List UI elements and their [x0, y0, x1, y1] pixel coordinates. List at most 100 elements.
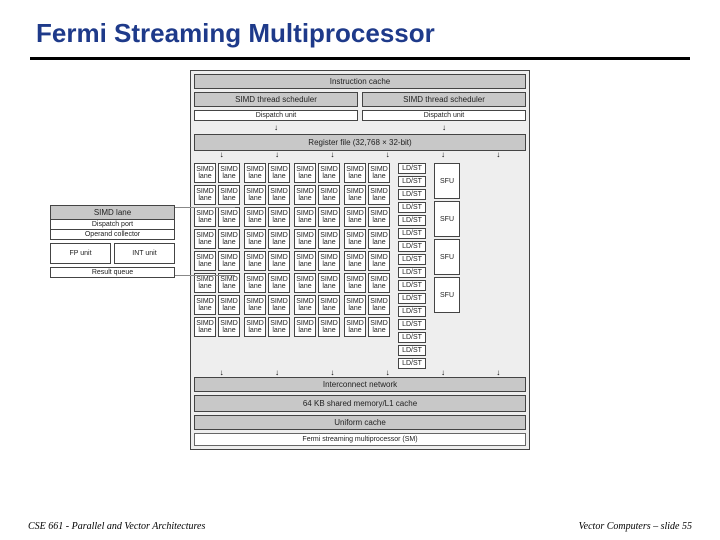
lane-group: SIMD laneSIMD laneSIMD laneSIMD laneSIMD…: [344, 163, 390, 369]
down-arrow-icon: ↓: [275, 151, 279, 159]
simd-lane: SIMD lane: [344, 251, 366, 271]
leader-line: [175, 275, 235, 276]
simd-lane: SIMD lane: [244, 317, 266, 337]
simd-lane: SIMD lane: [344, 317, 366, 337]
down-arrow-icon: ↓: [220, 369, 224, 377]
simd-lane: SIMD lane: [194, 163, 216, 183]
simd-lane: SIMD lane: [244, 295, 266, 315]
simd-lane: SIMD lane: [368, 295, 390, 315]
simd-lane: SIMD lane: [294, 163, 316, 183]
simd-lane: SIMD lane: [344, 295, 366, 315]
down-arrow-icon: ↓: [386, 369, 390, 377]
simd-lane: SIMD lane: [218, 317, 240, 337]
simd-lane: SIMD lane: [268, 251, 290, 271]
simd-lane: SIMD lane: [194, 207, 216, 227]
ldst-column: LD/ST LD/ST LD/ST LD/ST LD/ST LD/ST LD/ST LD/ST…: [398, 163, 426, 369]
sm-caption: Fermi streaming multiprocessor (SM): [194, 433, 526, 446]
simd-thread-scheduler: SIMD thread scheduler: [194, 92, 358, 107]
simd-lane: SIMD lane: [294, 251, 316, 271]
simd-lane: SIMD lane: [218, 163, 240, 183]
simd-lane: SIMD lane: [244, 229, 266, 249]
simd-lane: SIMD lane: [368, 207, 390, 227]
ldst-unit: LD/ST: [398, 215, 426, 226]
simd-lane: SIMD lane: [294, 185, 316, 205]
lane-detail-opcol: Operand collector: [50, 230, 175, 240]
simd-lane: SIMD lane: [268, 229, 290, 249]
sfu-unit: SFU: [434, 201, 460, 237]
ldst-unit: LD/ST: [398, 345, 426, 356]
simd-lane: SIMD lane: [194, 185, 216, 205]
simd-lane: SIMD lane: [344, 229, 366, 249]
simd-lane: SIMD lane: [218, 185, 240, 205]
simd-lane: SIMD lane: [218, 229, 240, 249]
simd-lane: SIMD lane: [194, 295, 216, 315]
simd-lane: SIMD lane: [268, 207, 290, 227]
ldst-unit: LD/ST: [398, 332, 426, 343]
simd-lane: SIMD lane: [344, 185, 366, 205]
simd-lane: SIMD lane: [368, 317, 390, 337]
simd-lane: SIMD lane: [244, 185, 266, 205]
simd-lane: SIMD lane: [218, 273, 240, 293]
down-arrow-icon: ↓: [386, 151, 390, 159]
down-arrow-icon: ↓: [330, 151, 334, 159]
sm-diagram: SIMD lane Dispatch port Operand collecto…: [190, 70, 530, 450]
ldst-unit: LD/ST: [398, 293, 426, 304]
simd-thread-scheduler: SIMD thread scheduler: [362, 92, 526, 107]
sfu-unit: SFU: [434, 163, 460, 199]
simd-lane: SIMD lane: [268, 317, 290, 337]
simd-lane: SIMD lane: [194, 317, 216, 337]
ldst-unit: LD/ST: [398, 163, 426, 174]
simd-lane: SIMD lane: [268, 273, 290, 293]
lane-group: SIMD laneSIMD laneSIMD laneSIMD laneSIMD…: [244, 163, 290, 369]
down-arrow-icon: ↓: [330, 369, 334, 377]
sfu-unit: SFU: [434, 277, 460, 313]
simd-lane: SIMD lane: [318, 207, 340, 227]
simd-lane: SIMD lane: [368, 229, 390, 249]
simd-lane: SIMD lane: [368, 163, 390, 183]
simd-lane: SIMD lane: [344, 207, 366, 227]
simd-lane: SIMD lane: [318, 295, 340, 315]
simd-lane: SIMD lane: [318, 229, 340, 249]
scheduler-row: SIMD thread scheduler Dispatch unit ↓ SI…: [194, 92, 526, 132]
simd-lane: SIMD lane: [244, 163, 266, 183]
down-arrow-icon: ↓: [362, 124, 526, 132]
simd-lane: SIMD lane: [294, 273, 316, 293]
simd-lane: SIMD lane: [244, 207, 266, 227]
simd-lane: SIMD lane: [194, 229, 216, 249]
lane-detail-fp: FP unit: [50, 243, 111, 264]
ldst-unit: LD/ST: [398, 358, 426, 369]
dispatch-unit: Dispatch unit: [362, 110, 526, 121]
simd-lane: SIMD lane: [318, 163, 340, 183]
simd-lane: SIMD lane: [244, 273, 266, 293]
ldst-unit: LD/ST: [398, 176, 426, 187]
uniform-cache: Uniform cache: [194, 415, 526, 430]
down-arrow-icon: ↓: [220, 151, 224, 159]
simd-lane: SIMD lane: [318, 185, 340, 205]
ldst-unit: LD/ST: [398, 306, 426, 317]
down-arrow-icon: ↓: [275, 369, 279, 377]
diagram-stage: SIMD lane Dispatch port Operand collecto…: [0, 70, 720, 450]
down-arrow-icon: ↓: [194, 124, 358, 132]
ldst-unit: LD/ST: [398, 202, 426, 213]
title-rule: [30, 57, 690, 60]
dispatch-unit: Dispatch unit: [194, 110, 358, 121]
down-arrow-icon: ↓: [496, 151, 500, 159]
simd-lane: SIMD lane: [294, 295, 316, 315]
simd-lane: SIMD lane: [244, 251, 266, 271]
simd-lane: SIMD lane: [218, 251, 240, 271]
sfu-unit: SFU: [434, 239, 460, 275]
simd-lane: SIMD lane: [318, 273, 340, 293]
ldst-unit: LD/ST: [398, 254, 426, 265]
slide-footer: CSE 661 - Parallel and Vector Architectu…: [0, 521, 720, 532]
simd-lane: SIMD lane: [318, 251, 340, 271]
simd-lane: SIMD lane: [344, 273, 366, 293]
ldst-unit: LD/ST: [398, 267, 426, 278]
simd-lane: SIMD lane: [194, 251, 216, 271]
lane-detail-int: INT unit: [114, 243, 175, 264]
ldst-unit: LD/ST: [398, 228, 426, 239]
lane-detail: SIMD lane Dispatch port Operand collecto…: [50, 205, 175, 278]
lane-group: SIMD laneSIMD laneSIMD laneSIMD laneSIMD…: [194, 163, 240, 369]
sfu-column: SFU SFU SFU SFU: [434, 163, 460, 369]
simd-lane: SIMD lane: [344, 163, 366, 183]
ldst-unit: LD/ST: [398, 319, 426, 330]
